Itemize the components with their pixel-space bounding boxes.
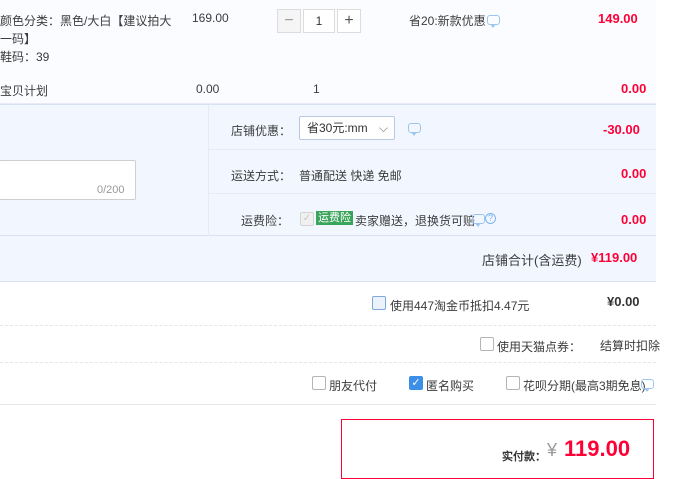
payment-label: 实付款： bbox=[502, 451, 546, 463]
installment-checkbox[interactable] bbox=[506, 376, 520, 390]
coins-checkbox[interactable] bbox=[372, 296, 386, 310]
payment-amount: 119.00 bbox=[564, 436, 631, 461]
shop-row-divider bbox=[208, 149, 656, 150]
shop-total-row: 店铺合计(含运费) ¥119.00 bbox=[0, 236, 656, 282]
coins-label: 使用447淘金币抵扣4.47元 bbox=[390, 299, 530, 313]
quantity-input[interactable]: 1 bbox=[303, 9, 335, 33]
item-row: 颜色分类：黑色/大白【建议拍大 一码】 鞋码：39 169.00 − 1 + 省… bbox=[0, 0, 656, 66]
chat-icon[interactable] bbox=[487, 15, 500, 28]
plan-price: 0.00 bbox=[196, 82, 220, 96]
shop-total-label: 店铺合计(含运费) bbox=[482, 253, 582, 268]
chat-icon[interactable] bbox=[408, 123, 421, 136]
shipping-cost: 0.00 bbox=[621, 166, 647, 181]
quantity-decrease-button[interactable]: − bbox=[277, 9, 301, 33]
divider bbox=[0, 325, 656, 326]
unit-price: 169.00 bbox=[192, 11, 229, 25]
sku-size: 鞋码：39 bbox=[0, 50, 50, 64]
freight-insurance-label: 运费险： bbox=[241, 214, 290, 228]
chat-icon[interactable] bbox=[472, 214, 485, 227]
plan-label: 宝贝计划 bbox=[0, 84, 49, 98]
divider bbox=[0, 404, 656, 405]
plan-qty: 1 bbox=[313, 82, 320, 96]
divider bbox=[0, 362, 656, 363]
help-icon[interactable]: ? bbox=[485, 213, 496, 224]
item-subtotal: 149.00 bbox=[598, 11, 638, 26]
freight-cost: 0.00 bbox=[621, 212, 647, 227]
tmall-points-note: 结算时扣除 bbox=[600, 339, 661, 353]
chat-icon[interactable] bbox=[641, 379, 654, 392]
discount-value: -30.00 bbox=[603, 122, 640, 137]
freight-insurance-badge: 运费险 bbox=[316, 211, 353, 225]
anonymous-label: 匿名购买 bbox=[426, 379, 475, 393]
quantity-increase-button[interactable]: + bbox=[337, 9, 361, 33]
message-counter: 0/200 bbox=[97, 184, 125, 196]
plan-row: 宝贝计划 0.00 1 0.00 bbox=[0, 66, 656, 104]
shipping-label: 运送方式： bbox=[231, 169, 292, 183]
sku-color-cont: 一码】 bbox=[0, 32, 37, 46]
anonymous-checkbox[interactable]: ✓ bbox=[409, 376, 423, 390]
shipping-method: 普通配送 快递 免邮 bbox=[299, 169, 402, 183]
shop-divider bbox=[208, 105, 209, 236]
shop-total-value: ¥119.00 bbox=[591, 250, 638, 265]
payment-summary: 实付款： ¥ 119.00 bbox=[341, 419, 654, 479]
discount-select-value: 省30元:mm bbox=[307, 121, 368, 135]
shop-section: 0/200 店铺优惠： 省30元:mm ⌵ -30.00 运送方式： 普通配送 … bbox=[0, 104, 656, 236]
currency-symbol: ¥ bbox=[547, 440, 558, 460]
freight-insurance-checkbox: ✓ bbox=[300, 212, 314, 226]
installment-label: 花呗分期(最高3期免息) bbox=[523, 379, 646, 393]
tmall-points-checkbox[interactable] bbox=[480, 337, 494, 351]
discount-select[interactable]: 省30元:mm ⌵ bbox=[299, 116, 395, 140]
coins-value: ¥0.00 bbox=[607, 294, 640, 309]
friend-pay-checkbox[interactable] bbox=[312, 376, 326, 390]
item-promo: 省20:新款优惠 bbox=[409, 14, 486, 28]
plan-total: 0.00 bbox=[621, 81, 647, 96]
tmall-points-label: 使用天猫点券： bbox=[497, 340, 582, 354]
shop-row-divider bbox=[208, 193, 656, 194]
freight-insurance-desc: 卖家赠送，退换货可赔 bbox=[355, 214, 476, 228]
chevron-down-icon: ⌵ bbox=[378, 121, 388, 135]
sku-color: 颜色分类：黑色/大白【建议拍大 bbox=[0, 14, 172, 28]
friend-pay-label: 朋友代付 bbox=[329, 379, 378, 393]
discount-label: 店铺优惠： bbox=[231, 124, 292, 138]
